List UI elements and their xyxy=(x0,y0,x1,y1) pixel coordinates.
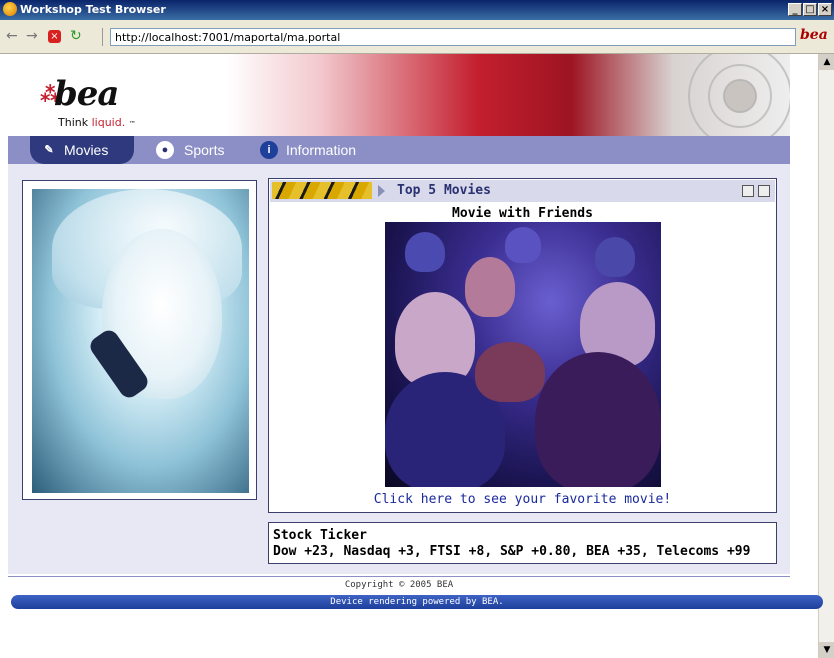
refresh-icon[interactable]: ↻ xyxy=(70,28,82,44)
footer-divider xyxy=(8,576,790,577)
decorative-ring xyxy=(723,79,757,113)
forward-arrow-icon[interactable]: → xyxy=(26,28,38,44)
window-title: Workshop Test Browser xyxy=(20,3,166,16)
audience-figure xyxy=(465,257,515,317)
tab-information-label: Information xyxy=(286,142,357,158)
window-titlebar: Workshop Test Browser _ □ × xyxy=(0,0,834,20)
photo-portlet xyxy=(22,180,257,500)
browser-app-icon xyxy=(3,2,17,16)
tagline-trademark: ™ xyxy=(128,120,136,128)
woman-on-phone-image xyxy=(32,189,249,493)
tagline: Think liquid. ™ xyxy=(58,116,136,129)
favorite-movie-link[interactable]: Click here to see your favorite movie! xyxy=(269,492,776,507)
top-movies-portlet: Top 5 Movies Movie with Friends Click he… xyxy=(268,178,777,513)
movie-audience-image[interactable] xyxy=(385,222,661,487)
audience-figure xyxy=(505,227,541,263)
bea-logo: bea xyxy=(54,74,119,114)
maximize-portlet-icon[interactable] xyxy=(758,185,770,197)
audience-figure xyxy=(595,237,635,277)
scroll-up-icon[interactable]: ▲ xyxy=(819,54,834,70)
copyright-text: Copyright © 2005 BEA xyxy=(344,580,454,590)
tab-sports-label: Sports xyxy=(184,142,225,158)
tab-sports[interactable]: ● Sports xyxy=(154,136,224,164)
portal-header-banner: ⁂ bea Think liquid. ™ xyxy=(8,54,790,136)
audience-figure xyxy=(405,232,445,272)
close-button[interactable]: × xyxy=(818,3,832,16)
minimize-portlet-icon[interactable] xyxy=(742,185,754,197)
tab-movies-label: Movies xyxy=(64,142,109,158)
tagline-prefix: Think xyxy=(58,116,89,129)
back-arrow-icon[interactable]: ← xyxy=(6,28,18,44)
bea-brand-logo: bea xyxy=(800,27,828,43)
portal-content: Top 5 Movies Movie with Friends Click he… xyxy=(8,164,790,574)
stock-ticker-title: Stock Ticker xyxy=(273,528,367,543)
soccer-ball-icon: ● xyxy=(156,141,174,159)
stop-icon[interactable]: × xyxy=(48,30,61,43)
audience-figure xyxy=(535,352,661,487)
minimize-button[interactable]: _ xyxy=(788,3,802,16)
audience-figure xyxy=(475,342,545,402)
toolbar-divider xyxy=(102,28,103,46)
arrow-right-icon xyxy=(378,185,385,197)
powered-by-bar: Device rendering powered by BEA. xyxy=(11,595,823,609)
stock-ticker-portlet: Stock Ticker Dow +23, Nasdaq +3, FTSI +8… xyxy=(268,522,777,564)
portal-nav: ✎ Movies ● Sports i Information xyxy=(8,136,790,164)
vertical-scrollbar[interactable]: ▲ ▼ xyxy=(818,54,834,658)
portlet-header: Top 5 Movies xyxy=(270,180,775,202)
tagline-accent: liquid. xyxy=(91,116,126,129)
portlet-title: Top 5 Movies xyxy=(397,183,491,198)
film-strip-icon xyxy=(272,182,372,199)
info-icon: i xyxy=(260,141,278,159)
address-bar[interactable]: http://localhost:7001/maportal/ma.portal xyxy=(110,28,796,46)
tab-information[interactable]: i Information xyxy=(258,136,356,164)
scroll-down-icon[interactable]: ▼ xyxy=(819,642,834,658)
stock-ticker-text: Dow +23, Nasdaq +3, FTSI +8, S&P +0.80, … xyxy=(273,544,751,559)
movie-heading: Movie with Friends xyxy=(452,206,593,221)
maximize-button[interactable]: □ xyxy=(803,3,817,16)
tab-movies[interactable]: ✎ Movies xyxy=(30,136,134,164)
browser-toolbar: ← → × ↻ http://localhost:7001/maportal/m… xyxy=(0,20,834,54)
clapperboard-icon: ✎ xyxy=(44,144,54,156)
